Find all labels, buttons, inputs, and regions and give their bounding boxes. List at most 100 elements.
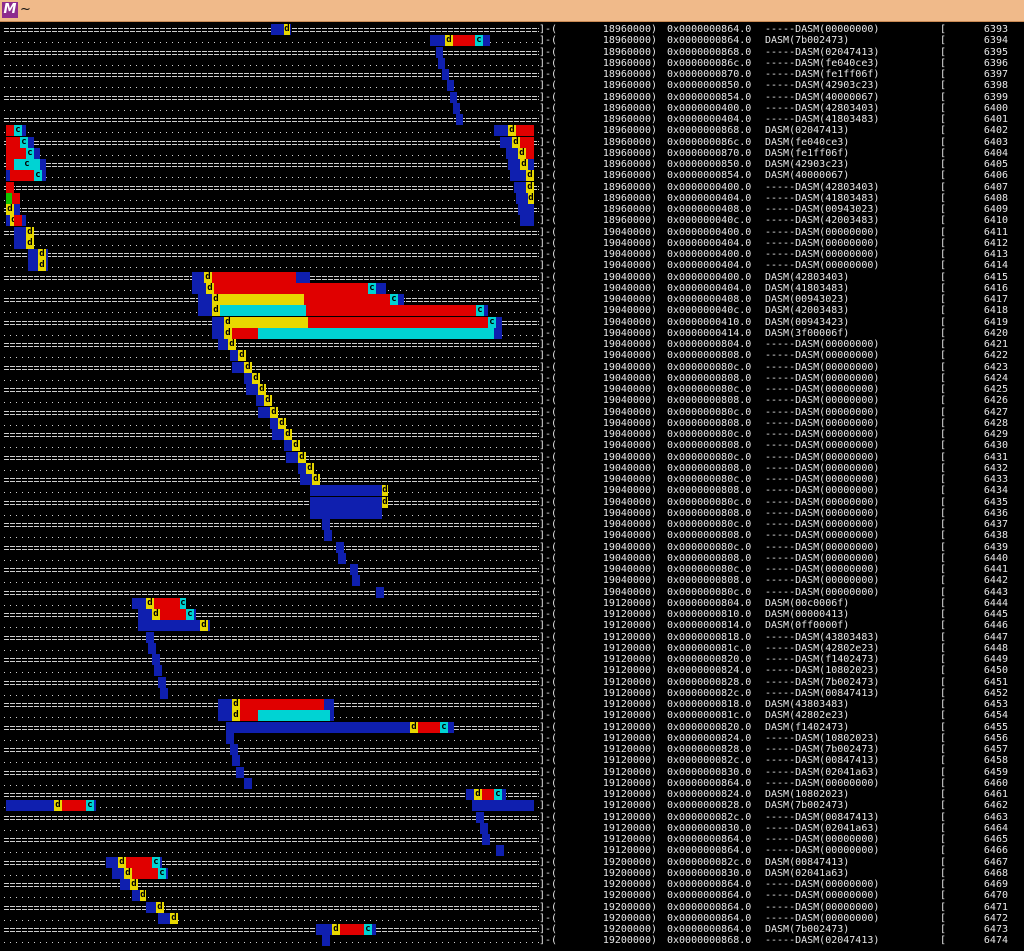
program-counter: 0x0000000824.0 (667, 665, 752, 677)
cycle-count: 19040000) (602, 474, 657, 485)
line-number: 6468 (983, 867, 1008, 879)
bracket-glyph: [ (940, 856, 947, 868)
bracket-glyph: [ (940, 845, 947, 857)
pipeline-stage-block (258, 710, 330, 722)
pipeline-timeline (4, 586, 539, 598)
pipeline-stage-block (154, 597, 180, 609)
stage-letter: c (489, 316, 495, 327)
bracket-glyph: [ (940, 541, 947, 553)
cycle-count: 19120000) (602, 620, 657, 632)
app-logo-icon[interactable]: M (2, 2, 18, 18)
cycle-count: 19040000) (602, 586, 657, 598)
disassembly: -----DASM(10802023) (765, 732, 880, 744)
pipeline-timeline (4, 339, 539, 350)
cycle-count: 19040000) (602, 350, 657, 362)
disassembly: -----DASM(00000000) (765, 575, 880, 587)
pipeline-timeline (4, 676, 539, 688)
disassembly: -----DASM(42803403) (765, 102, 880, 114)
stage-marker: c (390, 294, 398, 305)
trace-line: d]-(19040000) 0x000000080c.0 -----DASM(000… (0, 384, 1024, 395)
bracket-glyph: [ (940, 451, 947, 463)
program-counter: 0x0000000808.0 (667, 507, 752, 519)
line-number: 6418 (983, 305, 1008, 317)
pipeline-stage-block (212, 271, 296, 283)
disassembly: -----DASM(00000000) (765, 586, 880, 598)
cycle-count: 18960000) (602, 24, 657, 35)
stage-letter: c (441, 721, 447, 732)
line-number: 6466 (983, 845, 1008, 857)
line-number: 6413 (983, 249, 1008, 260)
stage-marker: d (38, 260, 46, 272)
program-counter: 0x0000000864.0 (667, 35, 752, 47)
pipeline-stage-block (132, 867, 158, 879)
bracket-glyph: [ (940, 755, 947, 767)
line-number: 6462 (983, 800, 1008, 812)
stage-marker: d (232, 710, 240, 722)
line-number: 6438 (983, 530, 1008, 542)
program-counter: 0x0000000808.0 (667, 485, 752, 497)
pipeline-stage-block (6, 181, 14, 193)
trace-line: d]-(19040000) 0x0000000808.0 -----DASM(000… (0, 395, 1024, 407)
pipeline-timeline (4, 597, 539, 609)
disassembly: DASM(42803403) (765, 271, 850, 283)
disassembly: DASM(7b002473) (765, 35, 850, 47)
stage-letter: d (279, 417, 285, 428)
pipeline-stage-block (480, 822, 488, 834)
cycle-count: 19040000) (602, 541, 657, 553)
line-number: 6456 (983, 732, 1008, 744)
program-counter: 0x0000000808.0 (667, 552, 752, 564)
trace-line: d]-(19120000) 0x000000081c.0 DASM(42802e23… (0, 710, 1024, 722)
pipeline-timeline (4, 822, 539, 834)
trace-line: d c]-(19120000) 0x0000000828.0 DASM(7b00247… (0, 800, 1024, 812)
pipeline-timeline (4, 181, 539, 193)
pipeline-stage-block (240, 699, 324, 710)
line-number: 6440 (983, 552, 1008, 564)
cycle-count: 19040000) (602, 485, 657, 497)
trace-line: ]-(19120000) 0x0000000820.0 -----DASM(f140… (0, 654, 1024, 665)
program-counter: 0x0000000404.0 (667, 114, 752, 125)
trace-line: d]-(18960000) 0x0000000404.0 -----DASM(418… (0, 192, 1024, 204)
trace-line: ]-(19200000) 0x0000000868.0 -----DASM(0204… (0, 935, 1024, 947)
trace-line: c d]-(18960000) 0x0000000870.0 DASM(fe1ff06… (0, 147, 1024, 159)
disassembly: -----DASM(42903c23) (765, 80, 880, 92)
line-number: 6465 (983, 834, 1008, 845)
pipeline-stage-block (10, 170, 34, 182)
bracket-glyph: [ (940, 867, 947, 879)
trace-line: d]-(19200000) 0x0000000864.0 -----DASM(000… (0, 890, 1024, 902)
trace-line: d]-(19040000) 0x000000080c.0 -----DASM(000… (0, 496, 1024, 508)
stage-letter: d (171, 912, 177, 923)
line-number: 6426 (983, 395, 1008, 407)
line-number: 6444 (983, 597, 1008, 609)
bracket-glyph: [ (940, 339, 947, 350)
line-number: 6460 (983, 777, 1008, 789)
trace-line: ]-(19040000) 0x000000080c.0 -----DASM(0000… (0, 564, 1024, 575)
stage-letter: c (153, 856, 159, 867)
program-counter: 0x0000000400.0 (667, 271, 752, 283)
pipeline-trace-terminal[interactable]: d]-(18960000) 0x0000000864.0 -----DASM(000… (0, 22, 1024, 951)
cycle-count: 18960000) (602, 102, 657, 114)
line-number: 6431 (983, 451, 1008, 463)
disassembly: -----DASM(00000000) (765, 440, 880, 452)
disassembly: -----DASM(00000000) (765, 395, 880, 407)
stage-letter: d (271, 406, 277, 417)
pipeline-timeline (4, 125, 539, 137)
pipeline-timeline (4, 462, 539, 474)
cycle-count: 19040000) (602, 406, 657, 418)
pipeline-stage-block (482, 834, 490, 845)
stage-letter: d (225, 316, 231, 327)
cycle-count: 19040000) (602, 226, 657, 238)
stage-letter: d (27, 237, 33, 248)
cycle-count: 19040000) (602, 339, 657, 350)
pipeline-stage-block (308, 316, 488, 328)
stage-marker: d (410, 721, 418, 733)
program-counter: 0x000000082c.0 (667, 811, 752, 823)
cycle-count: 19040000) (602, 271, 657, 283)
program-counter: 0x0000000830.0 (667, 766, 752, 778)
disassembly: DASM(00000413) (765, 609, 850, 620)
program-counter: 0x0000000854.0 (667, 170, 752, 182)
stage-letter: d (519, 147, 525, 158)
pipeline-timeline (4, 687, 539, 699)
stage-marker: d (306, 462, 314, 474)
program-counter: 0x0000000414.0 (667, 327, 752, 339)
cycle-count: 19040000) (602, 305, 657, 317)
